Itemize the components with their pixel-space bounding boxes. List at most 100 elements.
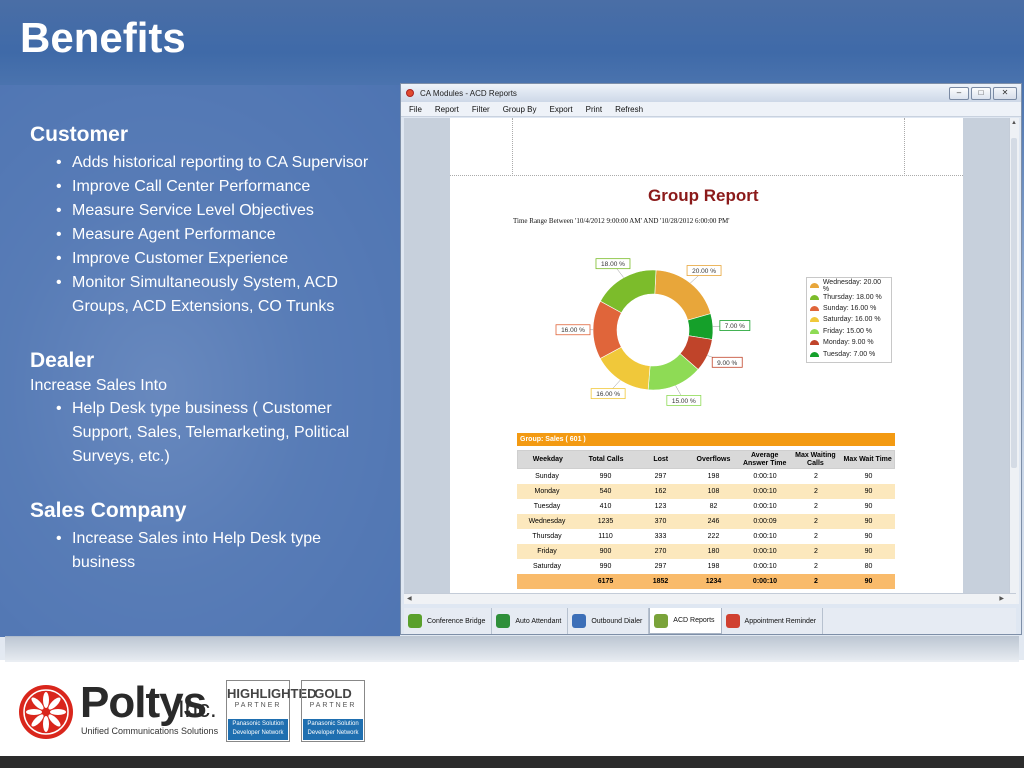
slice-label: 16.00 % <box>596 391 620 398</box>
module-tab-bar: Conference Bridge Auto Attendant Outboun… <box>404 608 1016 634</box>
window-titlebar[interactable]: CA Modules - ACD Reports – □ ✕ <box>401 84 1021 102</box>
poltys-logo-icon <box>19 685 73 739</box>
list-item: Help Desk type business ( Customer Suppo… <box>56 397 386 469</box>
bottom-bar <box>0 756 1024 768</box>
slice-label: 7.00 % <box>725 323 745 330</box>
dealer-subheading: Increase Sales Into <box>30 377 167 394</box>
table-cell: 0:00:10 <box>753 532 777 540</box>
tab-appointment-reminder[interactable]: Appointment Reminder <box>722 608 824 634</box>
scroll-thumb[interactable] <box>1011 138 1017 468</box>
table-cell: 162 <box>654 487 667 495</box>
window-reflection <box>5 636 1019 662</box>
table-cell: 1234 <box>705 577 722 585</box>
legend-item: Wednesday: 20.00 % <box>810 279 888 293</box>
table-cell: 2 <box>814 562 818 570</box>
table-cell: 123 <box>654 502 667 510</box>
slice-label: 9.00 % <box>717 360 737 367</box>
slide-title: Benefits <box>20 14 186 61</box>
table-cell: 90 <box>864 502 873 510</box>
maximize-button[interactable]: □ <box>971 87 991 100</box>
table-cell: 90 <box>864 532 873 540</box>
legend-item: Friday: 15.00 % <box>810 326 888 337</box>
menu-report[interactable]: Report <box>435 105 459 114</box>
legend-swatch <box>810 294 819 300</box>
legend-swatch <box>810 351 819 357</box>
column-header: Weekday <box>532 455 563 463</box>
table-cell: 2 <box>814 577 818 585</box>
table-cell: 82 <box>709 502 718 510</box>
report-page: Group Report Time Range Between '10/4/20… <box>450 118 963 594</box>
tab-auto-attendant[interactable]: Auto Attendant <box>492 608 569 634</box>
table-cell: 0:00:10 <box>753 502 777 510</box>
dealer-list: Help Desk type business ( Customer Suppo… <box>30 397 386 469</box>
table-cell: Monday <box>534 487 560 495</box>
menu-refresh[interactable]: Refresh <box>615 105 643 114</box>
table-cell: 0:00:10 <box>753 472 777 480</box>
legend-swatch <box>810 317 819 323</box>
table-row: Sunday 990 297 198 0:00:10 2 90 <box>517 469 895 484</box>
table-cell: 222 <box>707 532 720 540</box>
dealer-heading: Dealer <box>30 349 95 372</box>
window-title: CA Modules - ACD Reports <box>420 88 517 98</box>
app-icon <box>406 89 414 97</box>
table-cell: 2 <box>814 517 818 525</box>
vertical-scrollbar[interactable]: ▲▼ <box>1009 118 1019 604</box>
table-cell: Tuesday <box>533 502 561 510</box>
menu-file[interactable]: File <box>409 105 422 114</box>
close-button[interactable]: ✕ <box>993 87 1017 100</box>
menu-filter[interactable]: Filter <box>472 105 490 114</box>
menu-print[interactable]: Print <box>586 105 602 114</box>
legend-item: Tuesday: 7.00 % <box>810 348 888 359</box>
tab-conference-bridge[interactable]: Conference Bridge <box>404 608 493 634</box>
table-cell: Sunday <box>535 472 559 480</box>
table-header: Weekday Total Calls Lost Overflows Avera… <box>517 450 895 469</box>
tab-acd-reports[interactable]: ACD Reports <box>649 608 722 634</box>
table-cell: 90 <box>864 547 873 555</box>
scroll-right-icon[interactable]: ▶ <box>999 595 1004 602</box>
scroll-up-icon[interactable]: ▲ <box>1011 120 1017 126</box>
table-cell: 80 <box>864 562 873 570</box>
column-header: Max Waiting Calls <box>795 451 836 467</box>
donut-chart: 20.00 % 7.00 % 9.00 % 15.00 % 16.00 % 16.00 %… <box>555 253 755 423</box>
column-header: Total Calls <box>588 455 624 463</box>
table-cell: 1235 <box>597 517 614 525</box>
benefits-panel: Customer Adds historical reporting to CA… <box>0 85 400 637</box>
table-cell: Thursday <box>532 532 562 540</box>
menu-bar: File Report Filter Group By Export Print… <box>401 102 1021 117</box>
list-item: Adds historical reporting to CA Supervis… <box>56 151 386 175</box>
table-cell: 90 <box>864 472 873 480</box>
table-cell: 410 <box>599 502 612 510</box>
table-body: Sunday 990 297 198 0:00:10 2 90 Monday 540 162 108… <box>517 469 895 589</box>
table-cell: 990 <box>599 472 612 480</box>
list-item: Measure Agent Performance <box>56 223 386 247</box>
donut-slice-wednesday <box>654 269 712 321</box>
list-item: Measure Service Level Objectives <box>56 199 386 223</box>
footer: Poltys Inc. Unified Communications Solut… <box>0 662 1024 756</box>
column-header: Lost <box>653 455 669 463</box>
table-cell: 108 <box>707 487 720 495</box>
table-cell: Wednesday <box>528 517 566 525</box>
table-cell: 198 <box>707 472 720 480</box>
table-cell: 180 <box>707 547 720 555</box>
table-cell: 540 <box>599 487 612 495</box>
horizontal-scrollbar[interactable]: ◀ ▶ <box>404 593 1016 604</box>
table-cell: 1110 <box>598 532 613 540</box>
phone-icon <box>496 614 511 628</box>
list-item: Improve Customer Experience <box>56 247 386 271</box>
customer-heading: Customer <box>30 123 129 146</box>
menu-group-by[interactable]: Group By <box>503 105 537 114</box>
menu-export[interactable]: Export <box>549 105 572 114</box>
legend-item: Saturday: 16.00 % <box>810 314 888 325</box>
table-caption: Group: Sales ( 601 ) <box>517 433 895 446</box>
table-row: Monday 540 162 108 0:00:10 2 90 <box>517 484 895 499</box>
table-cell: Saturday <box>532 562 562 570</box>
company-suffix: Inc. <box>178 696 217 723</box>
minimize-button[interactable]: – <box>949 87 969 100</box>
column-header: Average Answer Time <box>742 451 787 467</box>
table-cell: 90 <box>864 487 873 495</box>
report-icon <box>654 613 669 628</box>
table-row: Friday 900 270 180 0:00:10 2 90 <box>517 544 895 559</box>
tab-outbound-dialer[interactable]: Outbound Dialer <box>568 608 650 634</box>
scroll-left-icon[interactable]: ◀ <box>407 595 412 602</box>
table-cell: 198 <box>707 562 720 570</box>
